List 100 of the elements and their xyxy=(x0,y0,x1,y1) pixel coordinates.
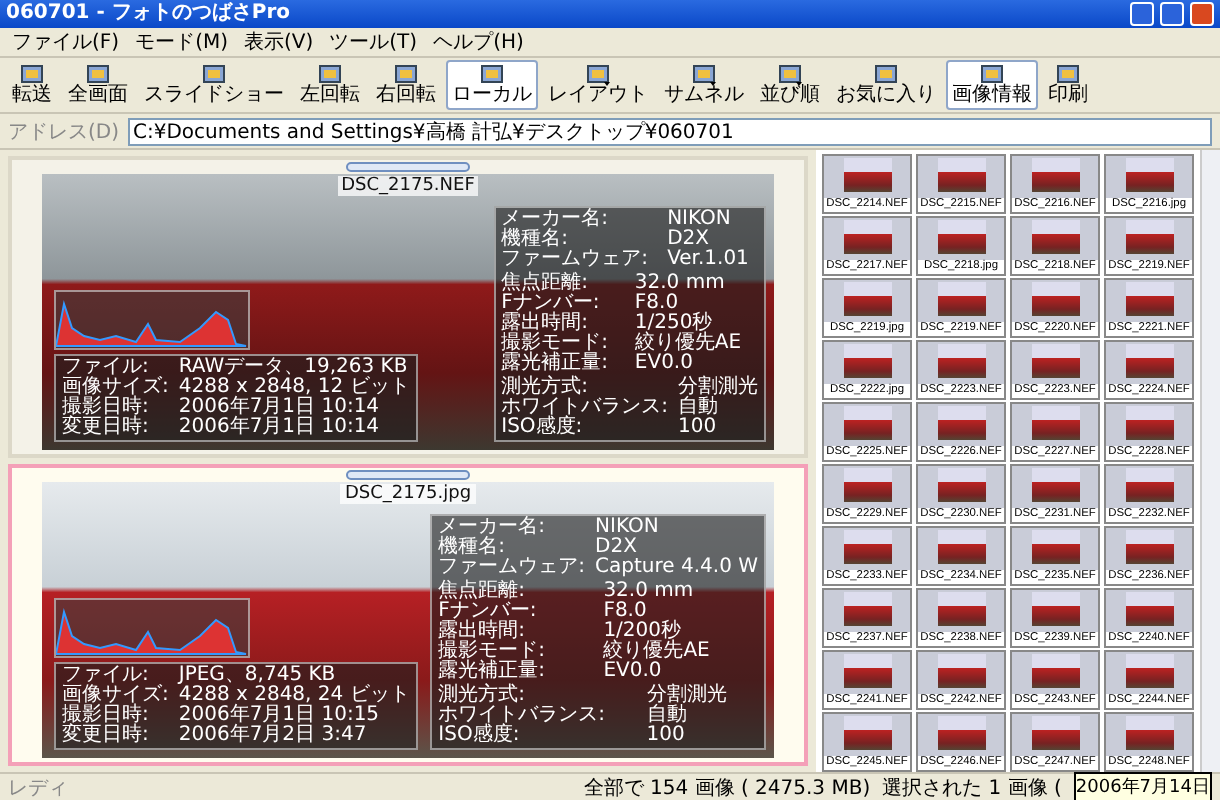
toolbar-button[interactable]: 転送 xyxy=(6,60,58,110)
info-value: 4288 x 2848, 12 ビット xyxy=(178,378,410,398)
toolbar-button[interactable]: お気に入り xyxy=(830,60,942,110)
info-value: 自動 xyxy=(678,398,720,418)
menu-item[interactable]: モード(M) xyxy=(135,29,228,55)
toolbar-button[interactable]: サムネル xyxy=(658,60,750,110)
photo-placeholder xyxy=(1125,592,1173,626)
photo-placeholder xyxy=(1125,530,1173,564)
minimize-button[interactable] xyxy=(1130,2,1154,26)
info-value: 絞り優先AE xyxy=(634,334,744,354)
info-label: 画像サイズ: xyxy=(62,686,169,706)
info-label: 露出時間: xyxy=(438,622,526,642)
photo-placeholder xyxy=(843,344,891,378)
toolbar-button[interactable]: ローカル xyxy=(446,60,538,110)
info-label: 焦点距離: xyxy=(501,274,590,294)
toolbar-icon xyxy=(318,64,342,86)
file-name: DSC_2175.NEF xyxy=(337,176,479,196)
photo-placeholder xyxy=(1031,344,1079,378)
photo-placeholder xyxy=(1125,282,1173,316)
info-label: 変更日時: xyxy=(62,418,151,438)
photo-placeholder xyxy=(1125,716,1173,750)
info-label: ISO感度: xyxy=(501,418,585,438)
info-label: ファイル: xyxy=(62,358,149,378)
toolbar-icon xyxy=(202,64,226,86)
info-label: 撮影日時: xyxy=(62,398,151,418)
photo-placeholder xyxy=(843,592,891,626)
photo-placeholder xyxy=(937,282,985,316)
toolbar-icon xyxy=(480,64,504,86)
photo-placeholder xyxy=(1031,282,1079,316)
info-value: EV0.0 xyxy=(603,662,664,682)
info-value: 分割測光 xyxy=(678,378,758,398)
photo-placeholder xyxy=(1031,530,1079,564)
photo-placeholder xyxy=(1031,220,1079,254)
photo-placeholder xyxy=(843,530,891,564)
info-value: 分割測光 xyxy=(646,686,729,706)
info-value: JPEG、8,745 KB xyxy=(178,666,336,686)
photo-placeholder xyxy=(1031,468,1079,502)
photo-placeholder xyxy=(1125,220,1173,254)
info-value: Ver.1.01 xyxy=(667,250,751,270)
menu-item[interactable]: ヘルプ(H) xyxy=(433,29,524,55)
scrollbar[interactable] xyxy=(1200,150,1220,772)
info-label: ホワイトバランス: xyxy=(438,706,608,726)
info-value: 100 xyxy=(646,726,687,746)
photo-card[interactable] xyxy=(8,156,808,458)
menu-item[interactable]: ファイル(F) xyxy=(12,29,120,55)
window-title: 060701 - フォトのつばさPro xyxy=(6,0,292,28)
toolbar-button[interactable]: 右回転 xyxy=(370,60,442,110)
photo-placeholder xyxy=(937,220,985,254)
photo-placeholder xyxy=(1031,654,1079,688)
menu-item[interactable]: 表示(V) xyxy=(244,29,314,55)
maximize-button[interactable] xyxy=(1160,2,1184,26)
info-label: Fナンバー: xyxy=(501,294,602,314)
photo-placeholder xyxy=(843,220,891,254)
tooltip: 2006年7月14日 xyxy=(1073,772,1212,800)
info-value: NIKON xyxy=(595,518,661,538)
photo-placeholder xyxy=(1031,406,1079,440)
info-label: メーカー名: xyxy=(501,210,610,230)
info-value: 自動 xyxy=(646,706,689,726)
toolbar-button[interactable]: 左回転 xyxy=(294,60,366,110)
photo-placeholder xyxy=(937,468,985,502)
photo-placeholder xyxy=(843,282,891,316)
info-label: メーカー名: xyxy=(438,518,548,538)
info-label: 測光方式: xyxy=(438,686,526,706)
menu-item[interactable]: ツール(T) xyxy=(329,29,418,55)
card-handle[interactable] xyxy=(346,162,470,172)
photo-placeholder xyxy=(937,716,985,750)
info-value: F8.0 xyxy=(603,602,647,622)
toolbar-button[interactable]: 画像情報 xyxy=(946,60,1038,110)
info-value: 絞り優先AE xyxy=(603,642,712,662)
info-value: 1/200秒 xyxy=(603,622,682,642)
info-value: 2006年7月2日 3:47 xyxy=(178,726,369,746)
photo-placeholder xyxy=(843,654,891,688)
info-value: 2006年7月1日 10:15 xyxy=(178,706,382,726)
photo-placeholder xyxy=(937,592,985,626)
close-button[interactable] xyxy=(1190,2,1214,26)
photo-placeholder xyxy=(1125,158,1173,192)
photo-card[interactable] xyxy=(8,464,808,766)
photo-placeholder xyxy=(1125,344,1173,378)
toolbar-button[interactable]: 印刷 xyxy=(1042,60,1094,110)
address-field[interactable]: C:¥Documents and Settings¥高橋 計弘¥デスクトップ¥060701 xyxy=(127,117,1212,145)
toolbar-button[interactable]: スライドショー xyxy=(138,60,290,110)
toolbar-button[interactable]: 全画面 xyxy=(62,60,134,110)
info-value: 32.0 mm xyxy=(634,274,727,294)
toolbar-button[interactable]: レイアウト xyxy=(542,60,654,110)
photo-placeholder xyxy=(937,344,985,378)
card-handle[interactable] xyxy=(346,470,470,480)
info-label: ISO感度: xyxy=(438,726,522,746)
photo-placeholder xyxy=(937,406,985,440)
info-label: ファームウェア: xyxy=(438,558,586,578)
info-value: D2X xyxy=(595,538,637,558)
toolbar-icon xyxy=(20,64,44,86)
toolbar-icon xyxy=(980,64,1004,86)
photo-placeholder xyxy=(1125,406,1173,440)
info-value: D2X xyxy=(667,230,709,250)
info-label: 機種名: xyxy=(501,230,570,250)
info-label: 撮影モード: xyxy=(501,334,610,354)
toolbar-icon xyxy=(586,64,610,86)
file-name: DSC_2175.jpg xyxy=(340,484,476,504)
toolbar-button[interactable]: 並び順 xyxy=(754,60,826,110)
status-total: 全部で 154 画像 ( 2475.3 MB) xyxy=(583,775,871,800)
